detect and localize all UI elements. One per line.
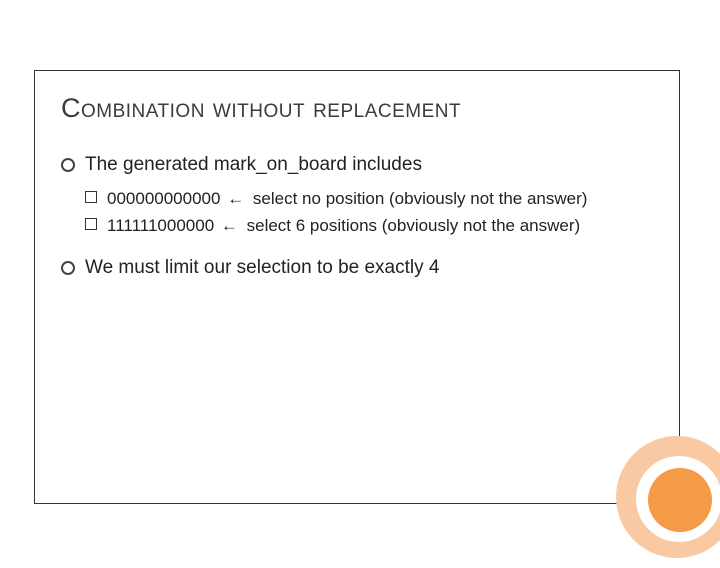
sub-item: 000000000000 ← select no position (obvio… (85, 186, 653, 212)
sub-item-code: 000000000000 (107, 189, 220, 208)
sub-item-code: 111111000000 (107, 216, 214, 235)
sub-item-text: select no position (obviously not the an… (248, 189, 587, 208)
slide-title: Combination without replacement (61, 93, 653, 124)
left-arrow-icon: ← (219, 216, 242, 235)
left-arrow-icon: ← (225, 189, 248, 208)
content-frame: Combination without replacement The gene… (34, 70, 680, 504)
bullet-text: We must limit our selection to be exactl… (85, 257, 439, 278)
bullet-text: The generated mark_on_board includes (85, 154, 422, 175)
bullet-item: The generated mark_on_board includes 000… (61, 152, 653, 239)
bullet-list: The generated mark_on_board includes 000… (61, 152, 653, 280)
sub-item-text: select 6 positions (obviously not the an… (242, 216, 580, 235)
slide: Combination without replacement The gene… (0, 0, 720, 540)
sub-item: 111111000000 ← select 6 positions (obvio… (85, 213, 653, 239)
sub-list: 000000000000 ← select no position (obvio… (85, 186, 653, 239)
bullet-item: We must limit our selection to be exactl… (61, 255, 653, 281)
